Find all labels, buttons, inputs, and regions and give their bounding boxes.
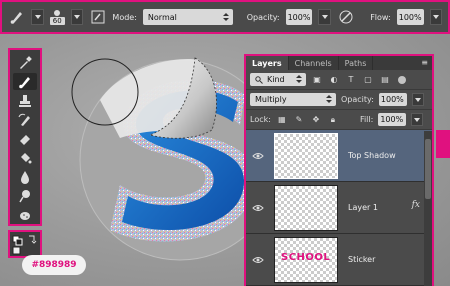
- history-brush-icon: [18, 113, 30, 126]
- opacity-input[interactable]: 100%: [285, 9, 313, 25]
- stamp-icon: [19, 94, 31, 107]
- flow-input[interactable]: 100%: [396, 9, 424, 25]
- updown-caret-icon: [296, 75, 302, 83]
- dodge-tool[interactable]: [13, 188, 37, 205]
- opacity-dropdown[interactable]: [318, 9, 331, 25]
- eyedropper-tool[interactable]: [13, 54, 37, 71]
- opacity-label: Opacity:: [246, 12, 280, 22]
- options-bar: 60 Mode: Normal Opacity: 100% Flow: 100%: [0, 0, 450, 34]
- layer-opacity-label: Opacity:: [341, 95, 374, 104]
- layers-panel: Layers Channels Paths ≡ Kind ▣ ◐ T ▢ ▤ M…: [244, 54, 434, 286]
- brush-size-value: 60: [49, 16, 65, 25]
- color-swatches[interactable]: [8, 230, 42, 258]
- flow-value: 100%: [398, 12, 422, 22]
- mode-value: Normal: [147, 12, 177, 22]
- search-icon: [255, 75, 263, 84]
- blur-tool[interactable]: [13, 169, 37, 186]
- layer-thumbnail: [274, 132, 338, 179]
- shape-filter-icon[interactable]: ▢: [362, 74, 374, 86]
- pixel-filter-icon[interactable]: ▣: [311, 74, 323, 86]
- layer-opacity-value: 100%: [380, 95, 404, 104]
- layer-opacity-input[interactable]: 100%: [378, 93, 407, 106]
- updown-caret-icon: [326, 95, 332, 103]
- blend-row: Multiply Opacity: 100%: [246, 90, 432, 110]
- stamp-tool[interactable]: [13, 92, 37, 109]
- layer-thumbnail: [274, 184, 338, 231]
- filter-row: Kind ▣ ◐ T ▢ ▤: [246, 70, 432, 90]
- eyedropper-icon: [20, 55, 32, 69]
- tab-layers[interactable]: Layers: [246, 56, 289, 70]
- eraser-icon: [20, 134, 30, 145]
- layer-row-sticker[interactable]: SCHOOL Sticker: [246, 234, 432, 286]
- paint-bucket-tool[interactable]: [13, 150, 37, 167]
- updown-caret-icon: [222, 13, 229, 21]
- accent-edge: [436, 130, 450, 158]
- sponge-icon: [20, 212, 30, 221]
- brush-preset-dropdown[interactable]: [70, 9, 84, 25]
- paint-bucket-icon: [21, 153, 32, 164]
- tab-paths[interactable]: Paths: [339, 56, 374, 70]
- brush-dot-icon: [54, 9, 61, 16]
- brush-preset-picker[interactable]: 60: [49, 9, 65, 25]
- brush-panel-toggle-icon[interactable]: [89, 7, 106, 27]
- tab-channels[interactable]: Channels: [289, 56, 339, 70]
- flow-label: Flow:: [370, 12, 391, 22]
- fill-label: Fill:: [359, 115, 374, 124]
- visibility-eye-icon[interactable]: [246, 256, 270, 264]
- layer-thumbnail: SCHOOL: [274, 236, 338, 283]
- fill-input[interactable]: 100%: [378, 113, 407, 126]
- mode-label: Mode:: [112, 12, 137, 22]
- brush-tool-icon[interactable]: [8, 7, 25, 27]
- layer-row-layer-1[interactable]: Layer 1 fx: [246, 182, 432, 234]
- lock-pixels-icon[interactable]: ✎: [293, 114, 305, 126]
- layers-scrollbar[interactable]: [424, 131, 432, 286]
- dodge-icon: [19, 190, 30, 203]
- eraser-tool[interactable]: [13, 130, 37, 147]
- blend-mode-dropdown[interactable]: Multiply: [250, 93, 336, 106]
- layer-name: Sticker: [348, 255, 376, 264]
- lock-label: Lock:: [250, 115, 271, 124]
- layer-effects-icon[interactable]: fx: [412, 200, 420, 210]
- blur-drop-icon: [21, 171, 29, 185]
- layer-name: Top Shadow: [348, 151, 396, 160]
- history-brush-tool[interactable]: [13, 111, 37, 128]
- layer-name: Layer 1: [348, 203, 378, 212]
- lock-all-icon[interactable]: 🔒︎: [327, 114, 339, 126]
- layer-opacity-dropdown[interactable]: [411, 93, 424, 106]
- visibility-eye-icon[interactable]: [246, 204, 270, 212]
- default-colors-icon: [12, 235, 37, 255]
- lock-transparency-icon[interactable]: ▦: [276, 114, 288, 126]
- sticker-thumb-text: SCHOOL: [281, 251, 331, 263]
- layer-row-top-shadow[interactable]: Top Shadow: [246, 130, 432, 182]
- fill-dropdown[interactable]: [411, 113, 424, 126]
- brush-tool[interactable]: [13, 73, 37, 91]
- filter-kind-value: Kind: [267, 75, 285, 84]
- panel-tabs: Layers Channels Paths ≡: [246, 56, 432, 70]
- opacity-value: 100%: [287, 12, 311, 22]
- adjustment-filter-icon[interactable]: ◐: [328, 74, 340, 86]
- tools-panel: [8, 48, 42, 226]
- blend-mode-value: Multiply: [255, 95, 287, 104]
- visibility-eye-icon[interactable]: [246, 152, 270, 160]
- sponge-tool[interactable]: [13, 207, 37, 224]
- flow-dropdown[interactable]: [429, 9, 443, 25]
- smart-object-filter-icon[interactable]: ▤: [379, 74, 391, 86]
- color-hex-badge: #898989: [22, 255, 86, 275]
- fill-value: 100%: [380, 115, 404, 124]
- panel-menu-icon[interactable]: ≡: [421, 58, 428, 67]
- scrollbar-thumb[interactable]: [425, 139, 431, 199]
- brush-icon: [19, 76, 30, 88]
- type-filter-icon[interactable]: T: [345, 74, 357, 86]
- mode-dropdown[interactable]: Normal: [142, 9, 233, 25]
- tool-preset-dropdown[interactable]: [31, 9, 44, 25]
- lock-position-icon[interactable]: ✥: [310, 114, 322, 126]
- pressure-opacity-icon[interactable]: [337, 7, 354, 27]
- filter-kind-dropdown[interactable]: Kind: [250, 73, 306, 86]
- filter-toggle-icon[interactable]: [398, 75, 406, 84]
- lock-row: Lock: ▦ ✎ ✥ 🔒︎ Fill: 100%: [246, 110, 432, 130]
